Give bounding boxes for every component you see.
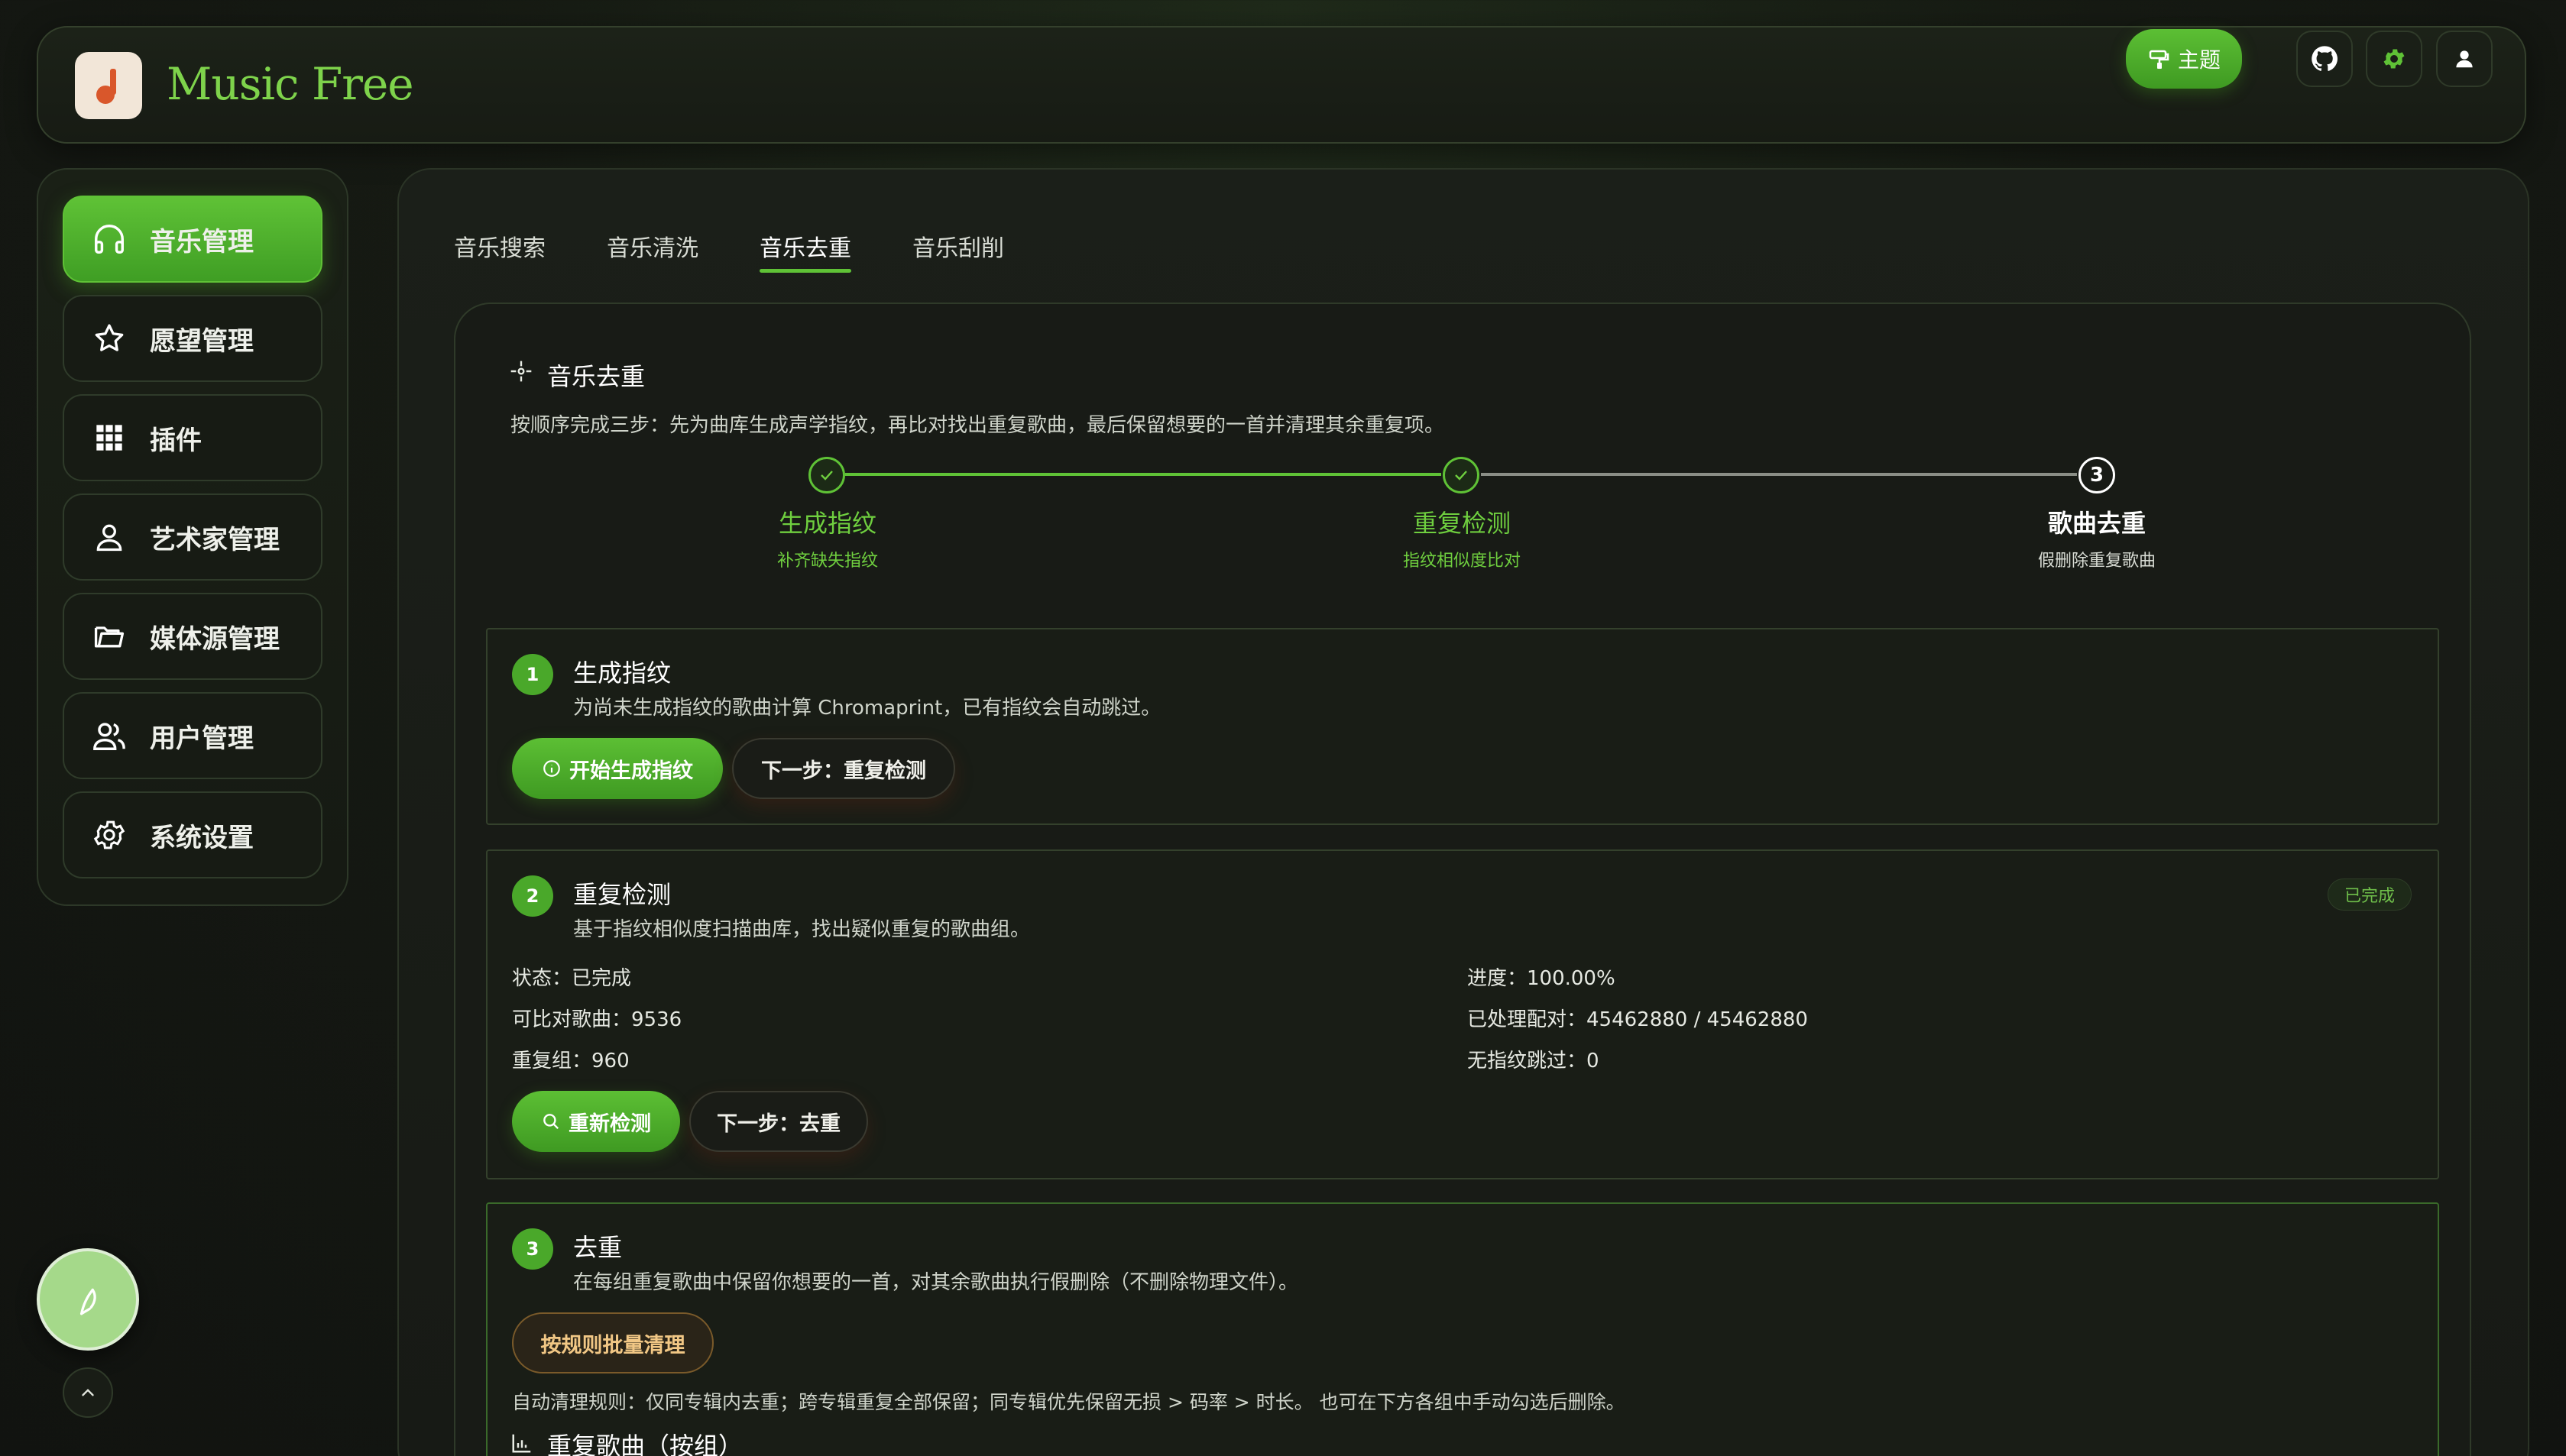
redetect-label: 重新检测 [569, 1111, 651, 1136]
panel-3-description: 在每组重复歌曲中保留你想要的一首，对其余歌曲执行假删除（不删除物理文件）。 [573, 1271, 1299, 1294]
sidebar-item-system-settings[interactable]: 系统设置 [63, 791, 322, 878]
sidebar-item-label: 用户管理 [150, 723, 254, 754]
step-1-circle [808, 457, 845, 493]
redetect-button[interactable]: 重新检测 [512, 1091, 680, 1152]
tab-music-dedup[interactable]: 音乐去重 [760, 229, 851, 263]
gear-icon [92, 817, 127, 853]
player-fab-button[interactable] [37, 1248, 139, 1351]
star-icon [92, 321, 127, 356]
stat-duplicate-groups: 重复组：960 [512, 1050, 630, 1073]
sidebar-item-label: 系统设置 [150, 822, 254, 853]
sidebar-item-label: 媒体源管理 [150, 623, 280, 655]
active-tab-indicator [760, 269, 851, 273]
sidebar-item-music[interactable]: 音乐管理 [63, 196, 322, 283]
user-icon [2456, 50, 2473, 68]
stat-skipped: 无指纹跳过：0 [1467, 1050, 1599, 1073]
step-2-sub: 指纹相似度比对 [1402, 552, 1521, 571]
sidebar-item-label: 插件 [150, 425, 202, 456]
dedup-title: 音乐去重 [547, 362, 646, 391]
tab-music-search[interactable]: 音乐搜索 [454, 229, 546, 263]
scroll-up-button[interactable] [63, 1367, 113, 1418]
panel-3-title: 去重 [573, 1233, 623, 1262]
step-1-label: 生成指纹 [778, 509, 876, 538]
stat-processed-pairs: 已处理配对：45462880 / 45462880 [1467, 1008, 1808, 1031]
panel-3-number: 3 [512, 1228, 553, 1270]
stat-progress: 进度：100.00% [1467, 967, 1615, 990]
grid-icon [92, 420, 127, 455]
app-logo [75, 52, 142, 119]
user-account-button[interactable] [2436, 31, 2493, 87]
stat-status: 状态：已完成 [512, 967, 632, 990]
check-icon [1455, 471, 1467, 480]
github-button[interactable] [2296, 31, 2353, 87]
sidebar-item-label: 艺术家管理 [150, 524, 280, 555]
start-fingerprint-button[interactable]: 开始生成指纹 [512, 738, 723, 799]
stepper-line-done [845, 473, 1441, 476]
sidebar-item-artists[interactable]: 艺术家管理 [63, 493, 322, 581]
sidebar-item-wishes[interactable]: 愿望管理 [63, 295, 322, 382]
step-2-circle [1443, 457, 1479, 493]
panel-1-description: 为尚未生成指纹的歌曲计算 Chromaprint，已有指纹会自动跳过。 [573, 697, 1162, 720]
headphones-icon [92, 222, 127, 257]
paint-roller-icon [2149, 50, 2169, 69]
user-icon [92, 519, 127, 555]
search-icon [543, 1114, 559, 1130]
tab-music-scraping[interactable]: 音乐刮削 [912, 229, 1004, 263]
github-icon [2312, 46, 2338, 71]
panel-2-description: 基于指纹相似度扫描曲库，找出疑似重复的歌曲组。 [573, 918, 1031, 941]
panel-1-title: 生成指纹 [573, 658, 672, 688]
feather-icon [80, 1288, 96, 1315]
step-3-label: 歌曲去重 [2047, 509, 2146, 538]
panel-2-number: 2 [512, 875, 553, 917]
stat-comparable-songs: 可比对歌曲：9536 [512, 1008, 682, 1031]
music-note-icon [96, 69, 116, 104]
panel-dedup [486, 1202, 2439, 1456]
batch-clean-button[interactable]: 按规则批量清理 [512, 1312, 714, 1373]
panel-2-title: 重复检测 [573, 880, 672, 909]
app-title: Music Free [167, 58, 414, 110]
step-2-label: 重复检测 [1412, 509, 1511, 538]
crosshair-icon [510, 361, 532, 382]
check-icon [821, 471, 833, 480]
panel-1-number: 1 [512, 654, 553, 695]
dedup-description: 按顺序完成三步：先为曲库生成声学指纹，再比对找出重复歌曲，最后保留想要的一首并清… [510, 414, 1445, 437]
next-step-dedup-button[interactable]: 下一步：去重 [689, 1091, 868, 1152]
sidebar-item-label: 愿望管理 [150, 325, 254, 357]
sidebar: 音乐管理 愿望管理 插件 艺术家管理 媒体源管理 用户管理 系统设置 [37, 168, 348, 906]
folder-icon [92, 619, 127, 654]
bar-chart-icon [512, 1434, 531, 1453]
duplicate-groups-title: 重复歌曲（按组） [547, 1432, 744, 1456]
sidebar-item-media-sources[interactable]: 媒体源管理 [63, 593, 322, 680]
info-icon [543, 760, 560, 777]
sidebar-item-users[interactable]: 用户管理 [63, 692, 322, 779]
chevron-up-icon [82, 1389, 94, 1396]
step-3-sub: 假删除重复歌曲 [2037, 552, 2156, 571]
step-1-sub: 补齐缺失指纹 [776, 552, 878, 571]
gear-icon [2383, 49, 2405, 69]
tab-music-cleaning[interactable]: 音乐清洗 [607, 229, 698, 263]
users-icon [92, 718, 127, 753]
sidebar-item-plugins[interactable]: 插件 [63, 394, 322, 481]
auto-clean-rule: 自动清理规则：仅同专辑内去重；跨专辑重复全部保留；同专辑优先保留无损 > 码率 … [512, 1391, 1625, 1413]
next-step-detect-button[interactable]: 下一步：重复检测 [732, 738, 955, 799]
theme-button[interactable]: 主题 [2126, 29, 2242, 89]
settings-button[interactable] [2366, 31, 2422, 87]
status-badge: 已完成 [2328, 878, 2412, 911]
start-fingerprint-label: 开始生成指纹 [569, 759, 693, 783]
sidebar-item-label: 音乐管理 [150, 226, 254, 257]
stepper-line-pending [1481, 473, 2077, 476]
theme-button-label: 主题 [2177, 47, 2221, 73]
step-3-circle: 3 [2078, 457, 2115, 493]
